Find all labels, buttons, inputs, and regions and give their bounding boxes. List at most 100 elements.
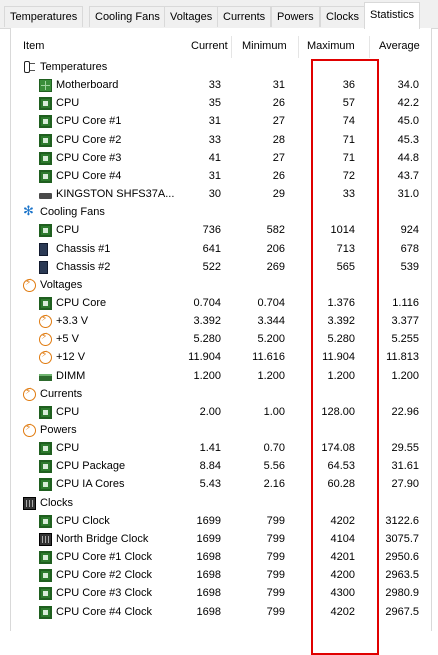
current-value: 41 [208,151,221,164]
sensor-label: North Bridge Clock [56,532,149,545]
current-value: 1.200 [193,369,221,382]
category-row[interactable]: ✻ Cooling Fans [11,204,431,222]
lightning-icon [23,423,36,437]
table-row[interactable]: Motherboard 33 31 36 34.0 [11,77,431,95]
column-divider[interactable] [231,36,232,58]
table-row[interactable]: +3.3 V 3.392 3.344 3.392 3.377 [11,313,431,331]
sensor-label: CPU [56,224,80,237]
sensor-label: CPU [56,97,80,110]
table-row[interactable]: +5 V 5.280 5.200 5.280 5.255 [11,331,431,349]
average-value: 678 [400,242,419,255]
table-row[interactable]: CPU Core #2 33 28 71 45.3 [11,132,431,150]
table-row[interactable]: Chassis #1 641 206 713 678 [11,241,431,259]
tab-cooling-fans[interactable]: Cooling Fans [89,6,166,27]
average-value: 31.61 [391,460,419,473]
tab-temperatures[interactable]: Temperatures [4,6,84,27]
minimum-value: 5.56 [263,460,285,473]
table-row[interactable]: CPU 35 26 57 42.2 [11,95,431,113]
table-row[interactable]: CPU Core #1 Clock 1698 799 4201 2950.6 [11,549,431,567]
table-row[interactable]: KINGSTON SHFS37A... 30 29 33 31.0 [11,186,431,204]
chip-icon [39,605,52,619]
current-value: 8.84 [199,460,221,473]
sensor-label: CPU [56,442,80,455]
column-header-maximum[interactable]: Maximum [307,40,355,52]
average-value: 2980.9 [385,587,419,600]
category-row[interactable]: Temperatures [11,59,431,77]
maximum-value: 4200 [330,569,355,582]
average-value: 924 [400,224,419,237]
minimum-value: 26 [272,169,285,182]
statistics-table: Item Current Minimum Maximum Average Tem… [10,28,432,655]
minimum-value: 1.200 [257,369,285,382]
category-label: Currents [40,387,83,400]
chip-icon [39,97,52,111]
category-row[interactable]: Voltages [11,277,431,295]
current-value: 1699 [196,514,221,527]
average-value: 22.96 [391,405,419,418]
table-row[interactable]: CPU 1.41 0.70 174.08 29.55 [11,440,431,458]
chip-icon [39,442,52,456]
table-row[interactable]: North Bridge Clock 1699 799 4104 3075.7 [11,531,431,549]
average-value: 34.0 [397,79,419,92]
average-value: 11.813 [386,351,419,364]
column-header-minimum[interactable]: Minimum [242,40,287,52]
minimum-value: 799 [266,514,285,527]
table-row[interactable]: CPU 736 582 1014 924 [11,222,431,240]
tab-currents[interactable]: Currents [217,6,272,27]
tab-statistics[interactable]: Statistics [364,2,421,29]
table-row[interactable]: Chassis #2 522 269 565 539 [11,259,431,277]
average-value: 43.7 [397,169,419,182]
current-value: 35 [208,97,221,110]
column-header-average[interactable]: Average [379,40,420,52]
maximum-value: 3.392 [327,315,355,328]
table-row[interactable]: CPU Core #4 31 26 72 43.7 [11,168,431,186]
table-row[interactable]: CPU 2.00 1.00 128.00 22.96 [11,404,431,422]
sensor-label: Motherboard [56,79,119,92]
chassis-icon [39,242,48,256]
sensor-label: CPU Clock [56,514,110,527]
sensor-label: CPU IA Cores [56,478,125,491]
column-header-item[interactable]: Item [23,40,44,52]
chip-icon [39,133,52,147]
column-header-current[interactable]: Current [191,40,228,52]
sensor-label: DIMM [56,369,86,382]
table-row[interactable]: CPU IA Cores 5.43 2.16 60.28 27.90 [11,476,431,494]
current-value: 30 [208,188,221,201]
average-value: 42.2 [397,97,419,110]
minimum-value: 3.344 [257,315,285,328]
sensor-label: CPU Package [56,460,126,473]
category-row[interactable]: Currents [11,386,431,404]
tab-powers[interactable]: Powers [271,6,320,27]
table-row[interactable]: +12 V 11.904 11.616 11.904 11.813 [11,349,431,367]
minimum-value: 0.70 [263,442,285,455]
table-row[interactable]: CPU Core #1 31 27 74 45.0 [11,113,431,131]
category-row[interactable]: Powers [11,422,431,440]
current-value: 522 [202,260,221,273]
current-value: 1698 [196,551,221,564]
sensor-label: CPU Core #2 Clock [56,569,152,582]
current-value: 1698 [196,569,221,582]
table-row[interactable]: CPU Core #3 41 27 71 44.8 [11,150,431,168]
column-divider[interactable] [298,36,299,58]
table-row[interactable]: CPU Core 0.704 0.704 1.376 1.116 [11,295,431,313]
tab-clocks[interactable]: Clocks [320,6,366,27]
sensor-label: CPU [56,405,80,418]
table-row[interactable]: CPU Package 8.84 5.56 64.53 31.61 [11,458,431,476]
minimum-value: 2.16 [263,478,285,491]
sensor-label: Chassis #2 [56,260,111,273]
column-divider[interactable] [369,36,370,58]
table-row[interactable]: CPU Core #3 Clock 1698 799 4300 2980.9 [11,585,431,603]
category-row[interactable]: Clocks [11,495,431,513]
chip-icon [39,169,52,183]
maximum-value: 36 [342,79,355,92]
lightning-icon [23,278,36,292]
table-row[interactable]: DIMM 1.200 1.200 1.200 1.200 [11,368,431,386]
average-value: 31.0 [397,188,419,201]
table-row[interactable]: CPU Core #2 Clock 1698 799 4200 2963.5 [11,567,431,585]
tab-voltages[interactable]: Voltages [164,6,219,27]
current-value: 1.41 [199,442,221,455]
table-row[interactable]: CPU Core #4 Clock 1698 799 4202 2967.5 [11,604,431,622]
maximum-value: 64.53 [327,460,355,473]
minimum-value: 1.00 [263,405,285,418]
table-row[interactable]: CPU Clock 1699 799 4202 3122.6 [11,513,431,531]
